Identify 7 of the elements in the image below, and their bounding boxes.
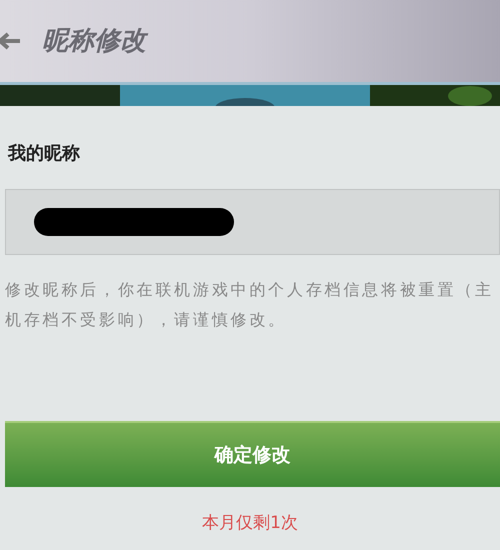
notice-text: 修改昵称后，你在联机游戏中的个人存档信息将被重置（主机存档不受影响），请谨慎修改。 (5, 279, 495, 331)
remaining-count-text: 本月仅剩1次 (202, 512, 298, 535)
page-title: 昵称修改 (42, 22, 146, 60)
section-label: 我的昵称 (8, 142, 80, 166)
confirm-button[interactable]: 确定修改 (5, 421, 500, 487)
nickname-field[interactable] (5, 189, 500, 255)
back-arrow-icon[interactable] (0, 31, 22, 51)
